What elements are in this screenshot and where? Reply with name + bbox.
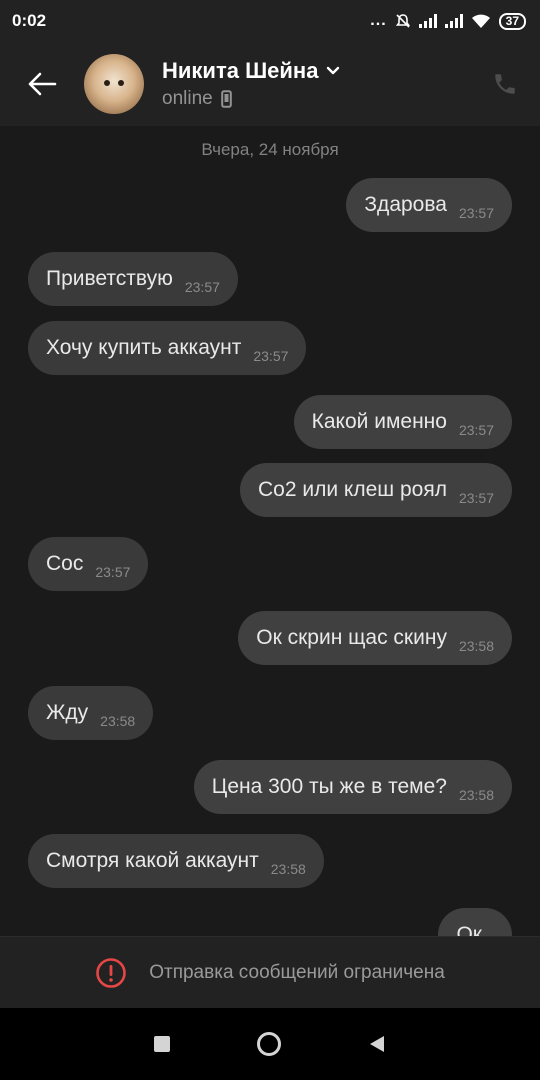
back-triangle-icon[interactable] bbox=[368, 1034, 386, 1054]
message-time: 23:57 bbox=[253, 348, 289, 364]
message-time: 23:57 bbox=[458, 422, 494, 438]
phone-icon bbox=[495, 74, 515, 94]
recents-button[interactable] bbox=[153, 1036, 170, 1052]
avatar[interactable] bbox=[84, 54, 144, 114]
messaging-restricted-banner: Отправка сообщений ограничена bbox=[0, 936, 540, 1008]
chevron-down-icon bbox=[327, 66, 340, 75]
contact-status: online bbox=[162, 88, 213, 109]
message-bubble-outgoing[interactable]: Здарова 23:57 bbox=[346, 178, 512, 232]
message-time: 23:57 bbox=[95, 564, 131, 580]
more-dots-icon: ... bbox=[370, 12, 387, 29]
message-text: Хочу купить аккаунт bbox=[46, 336, 242, 359]
message-text: Смотря какой аккаунт bbox=[46, 849, 259, 872]
home-button[interactable] bbox=[256, 1032, 281, 1056]
message-bubble-incoming[interactable]: Жду 23:58 bbox=[28, 686, 154, 740]
message-time: 23:57 bbox=[184, 279, 220, 295]
message-list[interactable]: Вчера, 24 ноября Здарова 23:57 Приветств… bbox=[0, 126, 540, 936]
battery-icon: 37 bbox=[498, 12, 526, 30]
back-button[interactable] bbox=[0, 42, 84, 126]
contact-info[interactable]: Никита Шейна online bbox=[162, 58, 470, 110]
message-text: Ок скрин щас скину bbox=[256, 626, 447, 649]
message-time: 23:58 bbox=[458, 638, 494, 654]
message-bubble-outgoing[interactable]: Какой именно 23:57 bbox=[293, 395, 512, 449]
message-time: 23:57 bbox=[458, 490, 494, 506]
call-button[interactable] bbox=[470, 42, 540, 126]
status-icons: ... 37 bbox=[370, 12, 526, 30]
signal-1-icon bbox=[418, 14, 437, 28]
message-text: Цена 300 ты же в теме? bbox=[211, 775, 447, 798]
message-bubble-outgoing[interactable]: Со2 или клеш роял 23:57 bbox=[240, 463, 512, 517]
message-time: 23:57 bbox=[458, 205, 494, 221]
chat-header: Никита Шейна online bbox=[0, 42, 540, 126]
message-bubble-outgoing[interactable]: Ок скрин щас скину 23:58 bbox=[238, 611, 512, 665]
status-time: 0:02 bbox=[12, 11, 47, 30]
status-bar: 0:02 ... 37 bbox=[0, 0, 540, 42]
message-bubble-incoming[interactable]: Хочу купить аккаунт 23:57 bbox=[28, 321, 307, 375]
message-time: 23:58 bbox=[270, 861, 306, 877]
message-text: Ок bbox=[456, 923, 482, 936]
message-text: Жду bbox=[46, 701, 89, 724]
warning-icon bbox=[96, 957, 127, 988]
message-text: Сос bbox=[46, 552, 84, 575]
message-time: 23:58 bbox=[458, 787, 494, 803]
message-text: Какой именно bbox=[311, 410, 447, 433]
message-time: 23:58 bbox=[100, 713, 136, 729]
system-navigation-bar bbox=[0, 1008, 540, 1080]
message-bubble-incoming[interactable]: Сос 23:57 bbox=[28, 537, 149, 591]
message-bubble-outgoing[interactable]: Ок bbox=[438, 908, 512, 936]
arrow-left-icon bbox=[28, 72, 57, 96]
contact-name: Никита Шейна bbox=[162, 58, 319, 83]
message-bubble-outgoing[interactable]: Цена 300 ты же в теме? 23:58 bbox=[193, 760, 512, 814]
bell-muted-icon bbox=[395, 14, 410, 28]
wifi-icon bbox=[471, 14, 490, 28]
avatar-eye bbox=[104, 80, 110, 86]
mobile-phone-icon bbox=[220, 90, 232, 108]
message-text: Приветствую bbox=[46, 267, 173, 290]
message-bubble-incoming[interactable]: Приветствую 23:57 bbox=[28, 252, 238, 306]
message-text: Здарова bbox=[364, 193, 447, 216]
signal-2-icon bbox=[444, 14, 463, 28]
date-separator: Вчера, 24 ноября bbox=[201, 140, 339, 159]
message-text: Со2 или клеш роял bbox=[258, 478, 447, 501]
avatar-eye bbox=[118, 80, 124, 86]
message-bubble-incoming[interactable]: Смотря какой аккаунт 23:58 bbox=[28, 834, 324, 888]
restriction-text: Отправка сообщений ограничена bbox=[149, 961, 445, 983]
